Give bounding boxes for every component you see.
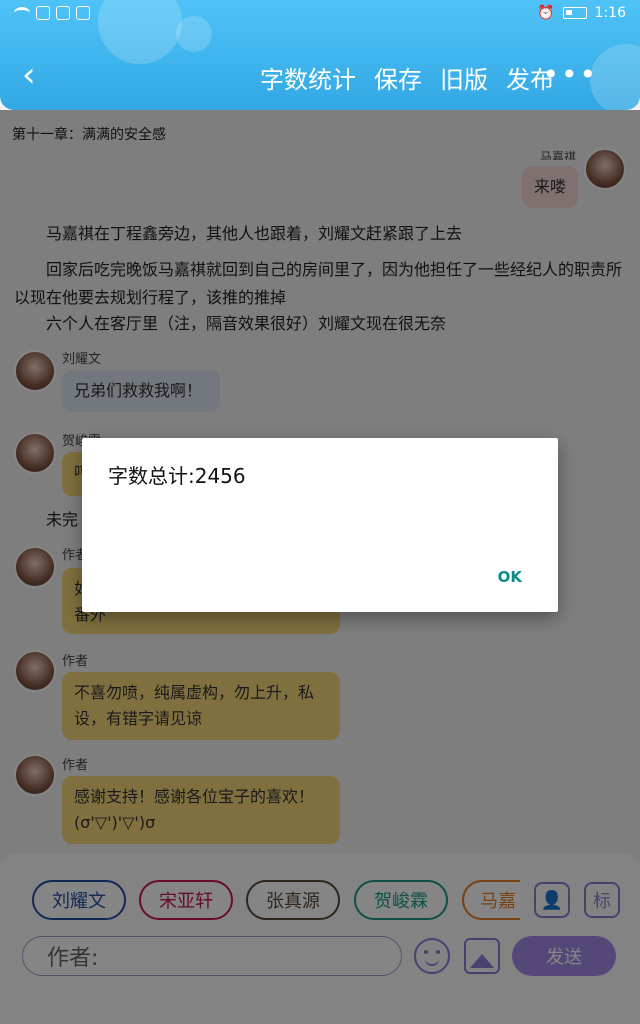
wifi-icon <box>14 7 30 19</box>
status-bar: ⏰ 1:16 <box>0 0 640 28</box>
dialog-message: 字数总计:2456 <box>108 464 246 488</box>
app-icon <box>36 6 50 20</box>
ok-button[interactable]: OK <box>498 568 522 586</box>
old-version-button[interactable]: 旧版 <box>440 60 488 95</box>
header-actions: 字数统计 保存 旧版 发布 <box>260 60 554 95</box>
back-icon[interactable]: ‹ <box>22 58 36 92</box>
word-count-dialog: 字数总计:2456 OK <box>82 438 558 612</box>
app-header: ⏰ 1:16 ‹ 字数统计 保存 旧版 发布 ••• <box>0 0 640 110</box>
cloud-icon <box>56 6 70 20</box>
battery-icon <box>562 7 587 19</box>
alarm-icon: ⏰ <box>537 5 555 21</box>
search-app-icon <box>76 6 90 20</box>
more-icon[interactable]: ••• <box>542 58 598 91</box>
save-button[interactable]: 保存 <box>374 60 422 95</box>
word-count-button[interactable]: 字数统计 <box>260 60 356 95</box>
clock: 1:16 <box>594 5 626 21</box>
